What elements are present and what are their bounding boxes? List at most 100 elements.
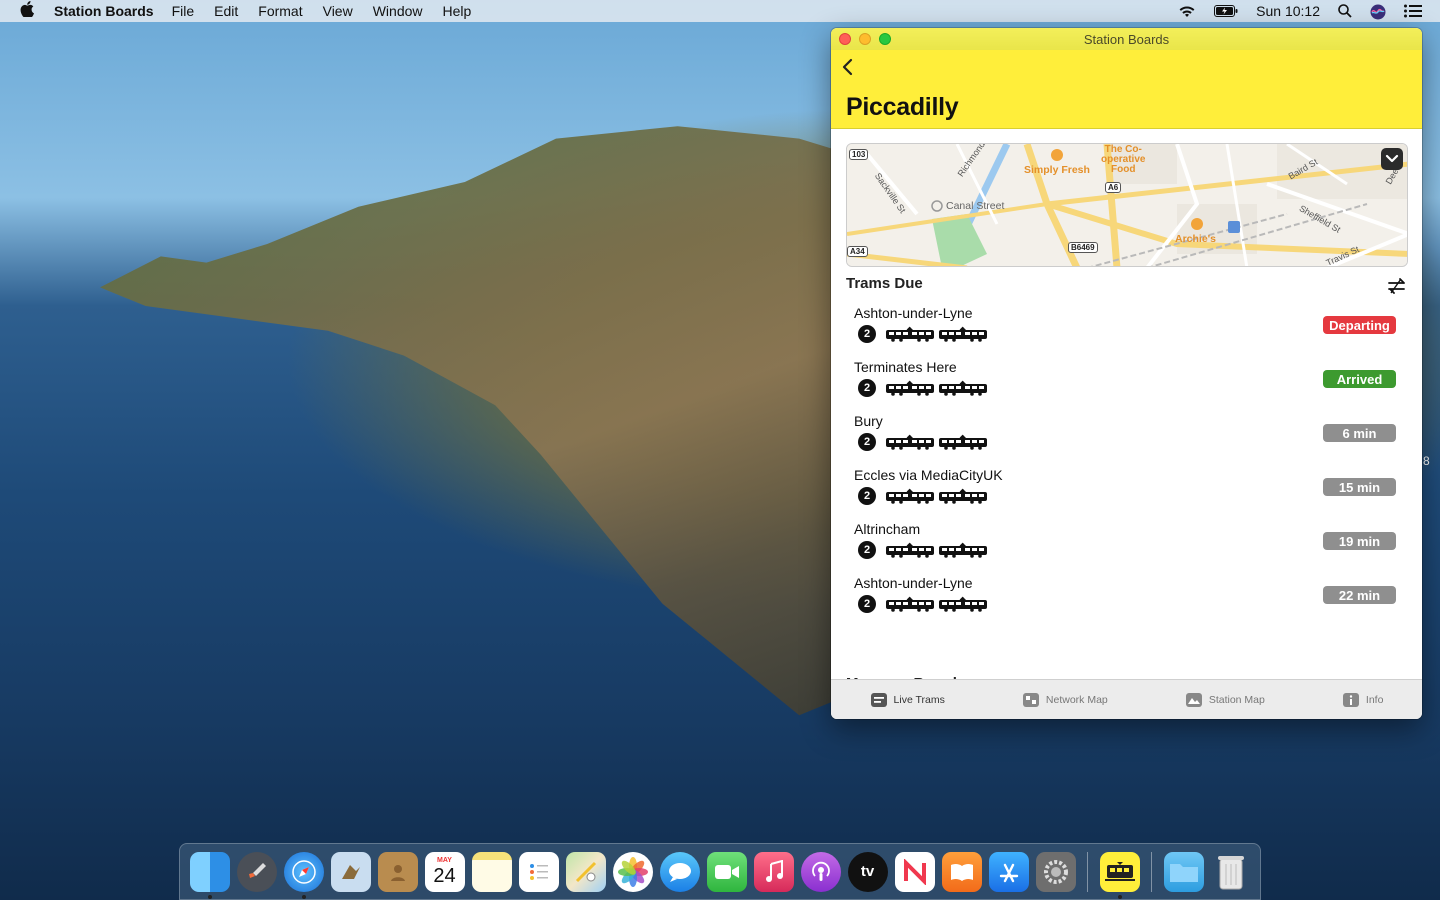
apple-tv-icon[interactable]: tv (847, 851, 888, 892)
tram-row[interactable]: Terminates Here 2 Arrived (831, 358, 1422, 412)
tram-destination: Terminates Here (854, 359, 957, 375)
tab-station-map[interactable]: Station Map (1185, 692, 1265, 708)
car-count-badge: 2 (858, 379, 876, 397)
map-road-a6-badge: A6 (1105, 182, 1122, 193)
tram-destination: Ashton-under-Lyne (854, 305, 973, 321)
tram-destination: Altrincham (854, 521, 921, 537)
menu-clock[interactable]: Sun 10:12 (1256, 3, 1320, 19)
close-window-button[interactable] (839, 33, 851, 45)
podcasts-icon[interactable] (800, 851, 841, 892)
tram-car-icon (939, 488, 987, 504)
tram-car-icon (886, 596, 934, 612)
tab-label-info: Info (1365, 693, 1384, 706)
app-store-icon[interactable] (988, 851, 1029, 892)
station-header: Piccadilly (831, 50, 1422, 129)
safari-icon[interactable] (283, 851, 324, 899)
facetime-icon[interactable] (706, 851, 747, 892)
dock-separator-2 (1151, 851, 1152, 892)
menu-help[interactable]: Help (443, 3, 472, 19)
menu-app-name[interactable]: Station Boards (54, 3, 154, 19)
calendar-icon[interactable]: MAY 24 (424, 851, 465, 892)
car-count-badge: 2 (858, 487, 876, 505)
tram-meta: 2 (858, 325, 991, 343)
swap-direction-icon[interactable] (1388, 278, 1406, 294)
downloads-folder-icon[interactable] (1163, 851, 1204, 892)
tab-network-map[interactable]: Network Map (1022, 692, 1108, 708)
tram-row[interactable]: Bury 2 6 min (831, 412, 1422, 466)
notification-center-icon[interactable] (1404, 4, 1422, 18)
tram-car-icon (939, 434, 987, 450)
wifi-icon[interactable] (1178, 4, 1196, 18)
battery-icon[interactable] (1214, 4, 1238, 18)
menu-window[interactable]: Window (373, 3, 423, 19)
calendar-day: 24 (433, 864, 456, 887)
launchpad-icon[interactable] (236, 851, 277, 892)
mail-icon[interactable] (330, 851, 371, 892)
status-badge: 15 min (1323, 478, 1396, 496)
tab-label-station-map: Station Map (1208, 693, 1265, 706)
tab-label-network-map: Network Map (1045, 693, 1108, 706)
books-icon[interactable] (941, 851, 982, 892)
list-icon (870, 692, 887, 707)
music-icon[interactable] (753, 851, 794, 892)
menu-format[interactable]: Format (258, 3, 302, 19)
tram-meta: 2 (858, 487, 991, 505)
tram-car-icon (939, 380, 987, 396)
menu-edit[interactable]: Edit (214, 3, 238, 19)
trash-icon[interactable] (1211, 852, 1251, 892)
map-poi-simply-fresh: Simply Fresh (1024, 164, 1090, 176)
car-count-badge: 2 (858, 541, 876, 559)
tab-info[interactable]: Info (1342, 692, 1384, 708)
station-boards-app-icon[interactable] (1099, 851, 1140, 899)
tram-formation (885, 542, 991, 558)
contacts-icon[interactable] (377, 851, 418, 892)
messages-icon[interactable] (659, 851, 700, 892)
notes-icon[interactable] (471, 851, 512, 892)
tram-formation (885, 434, 991, 450)
map-poi-coop: The Co- operative Food (1101, 144, 1146, 175)
tram-row[interactable]: Eccles via MediaCityUK 2 15 min (831, 466, 1422, 520)
tab-live-trams[interactable]: Live Trams (870, 692, 945, 708)
status-badge: Arrived (1323, 370, 1396, 388)
status-badge: 6 min (1323, 424, 1396, 442)
menu-file[interactable]: File (172, 3, 195, 19)
tram-formation (885, 596, 991, 612)
map-label-canal-street: Canal Street (946, 200, 1005, 212)
tram-meta: 2 (858, 595, 991, 613)
zoom-window-button[interactable] (879, 33, 891, 45)
station-boards-window: Station Boards Piccadilly 103 Richmond S… (831, 28, 1422, 719)
siri-icon[interactable] (1370, 4, 1386, 20)
map-road-103-badge: 103 (849, 149, 869, 160)
tab-bar: Live Trams Network Map Station Map Info (831, 679, 1422, 719)
tram-formation (885, 488, 991, 504)
tab-label-live-trams: Live Trams (893, 693, 945, 706)
dock: MAY 24 tv (179, 843, 1261, 900)
minimize-window-button[interactable] (859, 33, 871, 45)
wallpaper-island (100, 126, 860, 716)
window-title: Station Boards (1083, 31, 1170, 47)
map-road-a34-badge: A34 (847, 246, 868, 257)
news-icon[interactable] (894, 851, 935, 892)
apple-tv-label: tv (860, 863, 875, 880)
status-badge: 22 min (1323, 586, 1396, 604)
traffic-lights (839, 33, 899, 45)
map-expand-button[interactable] (1381, 148, 1403, 170)
system-preferences-icon[interactable] (1035, 851, 1076, 892)
tram-row[interactable]: Ashton-under-Lyne 2 22 min (831, 574, 1422, 628)
tram-formation (885, 326, 991, 342)
reminders-icon[interactable] (518, 851, 559, 892)
spotlight-search-icon[interactable] (1338, 4, 1352, 18)
back-button[interactable] (841, 58, 861, 80)
apple-menu-icon[interactable] (0, 1, 54, 21)
photos-icon[interactable] (612, 851, 653, 892)
finder-icon[interactable] (189, 851, 230, 899)
menu-view[interactable]: View (323, 3, 353, 19)
maps-icon[interactable] (565, 851, 606, 892)
tram-destination: Eccles via MediaCityUK (854, 467, 1003, 483)
tram-row[interactable]: Ashton-under-Lyne 2 Departing (831, 304, 1422, 358)
desktop-edge-glyph: 8 (1423, 454, 1430, 468)
tram-row[interactable]: Altrincham 2 19 min (831, 520, 1422, 574)
dock-separator (1087, 851, 1088, 892)
window-titlebar[interactable]: Station Boards (831, 28, 1422, 50)
station-map-preview[interactable]: 103 Richmond Sackville St Canal Street S… (846, 143, 1408, 267)
